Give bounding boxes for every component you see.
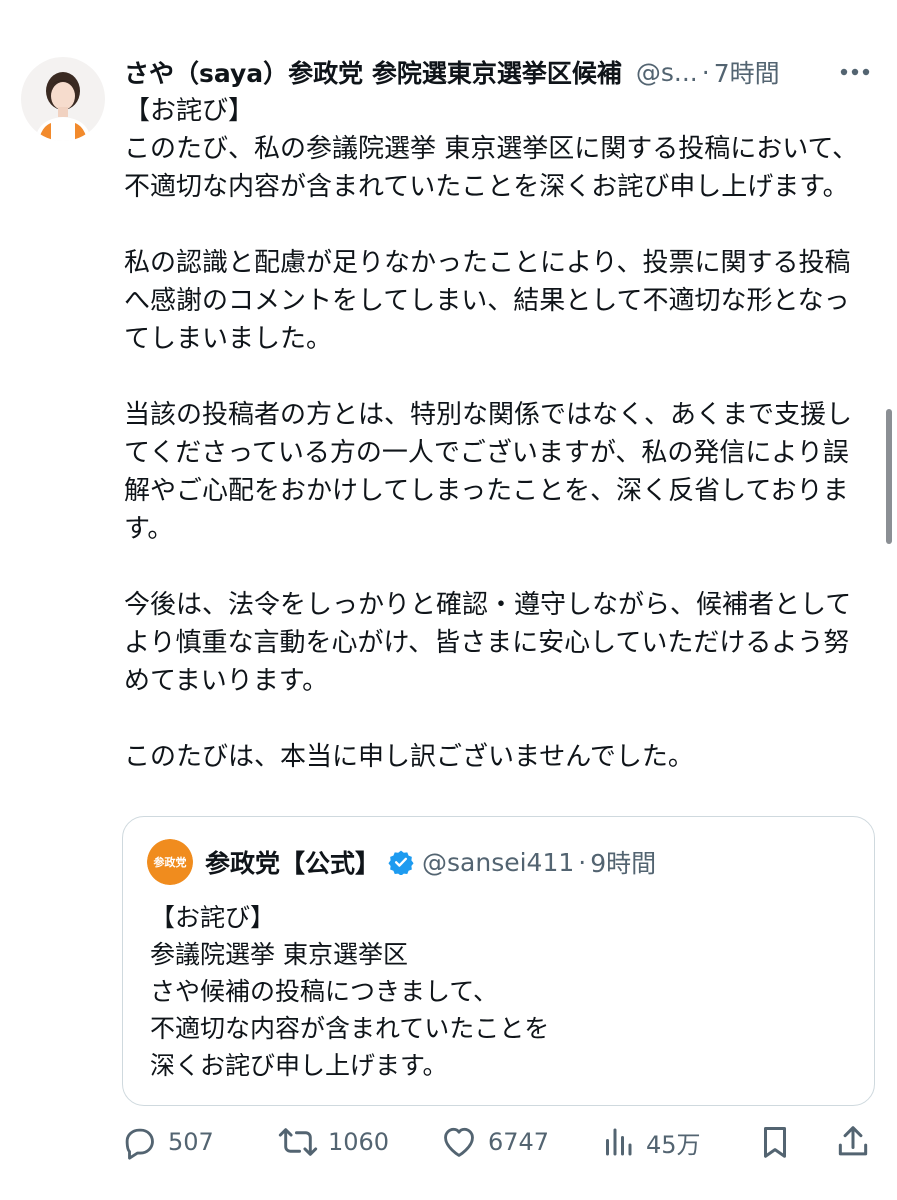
bookmark-button[interactable] xyxy=(756,1118,794,1166)
reply-icon xyxy=(125,1128,154,1160)
separator-dot: · xyxy=(578,847,587,877)
tweet-paragraph: 当該の投稿者の方とは、特別な関係ではなく、あくまで支援してくださっている方の一人… xyxy=(124,400,853,544)
tweet-header: さや（saya）参政党 参院選東京選挙区候補 @s... · 7時間 xyxy=(124,50,879,94)
views-icon xyxy=(606,1128,632,1156)
quoted-tweet-text: 【お詫び】 参議院選挙 東京選挙区 さや候補の投稿につきまして、 不適切な内容が… xyxy=(150,903,550,1080)
more-horizontal-icon[interactable] xyxy=(835,54,875,90)
tweet-paragraph: 私の認識と配慮が足りなかったことにより、投票に関する投稿へ感謝のコメントをしてし… xyxy=(124,248,851,354)
share-button[interactable] xyxy=(834,1118,872,1166)
avatar[interactable] xyxy=(21,57,105,141)
retweet-count: 1060 xyxy=(328,1128,390,1156)
party-logo-avatar[interactable]: 参政党 xyxy=(147,839,193,885)
tweet-paragraph: このたびは、本当に申し訳ございませんでした。 xyxy=(124,742,694,772)
quoted-tweet[interactable]: 参政党 参政党【公式】 @sansei411 · 9時間 【お詫び】 参議院選挙… xyxy=(122,816,875,1106)
scrollbar-thumb[interactable] xyxy=(886,409,892,544)
quoted-tweet-header: 参政党 参政党【公式】 @sansei411 · 9時間 xyxy=(147,839,656,885)
reply-button[interactable]: 507 xyxy=(120,1118,214,1166)
separator-dot: · xyxy=(701,57,710,87)
tweet-paragraph: 今後は、法令をしっかりと確認・遵守しながら、候補者としてより慎重な言動を心がけ、… xyxy=(124,590,852,696)
author-handle[interactable]: @s... xyxy=(636,58,698,87)
party-logo-text: 参政党 xyxy=(154,855,187,869)
verified-badge-icon xyxy=(388,850,414,875)
author-name[interactable]: さや（saya）参政党 参院選東京選挙区候補 xyxy=(124,54,622,90)
share-icon xyxy=(838,1126,868,1156)
timestamp[interactable]: 7時間 xyxy=(714,54,780,90)
like-count: 6747 xyxy=(488,1128,550,1156)
quoted-author-handle[interactable]: @sansei411 xyxy=(422,848,574,877)
retweet-icon xyxy=(278,1128,318,1156)
bookmark-icon xyxy=(763,1127,787,1158)
tweet-text: 【お詫び】 このたび、私の参議院選挙 東京選挙区に関する投稿において、不適切な内… xyxy=(124,92,869,776)
views-count: 45万 xyxy=(646,1130,701,1159)
quoted-timestamp[interactable]: 9時間 xyxy=(590,844,656,880)
action-bar: 507 1060 6747 45万 xyxy=(120,1118,880,1166)
tweet-paragraph: 【お詫び】 このたび、私の参議院選挙 東京選挙区に関する投稿において、不適切な内… xyxy=(124,96,859,202)
quoted-author-name[interactable]: 参政党【公式】 xyxy=(205,844,380,880)
like-button[interactable]: 6747 xyxy=(440,1118,549,1166)
heart-icon xyxy=(444,1127,474,1157)
views-button[interactable]: 45万 xyxy=(600,1118,701,1166)
reply-count: 507 xyxy=(168,1128,214,1156)
retweet-button[interactable]: 1060 xyxy=(278,1118,389,1166)
